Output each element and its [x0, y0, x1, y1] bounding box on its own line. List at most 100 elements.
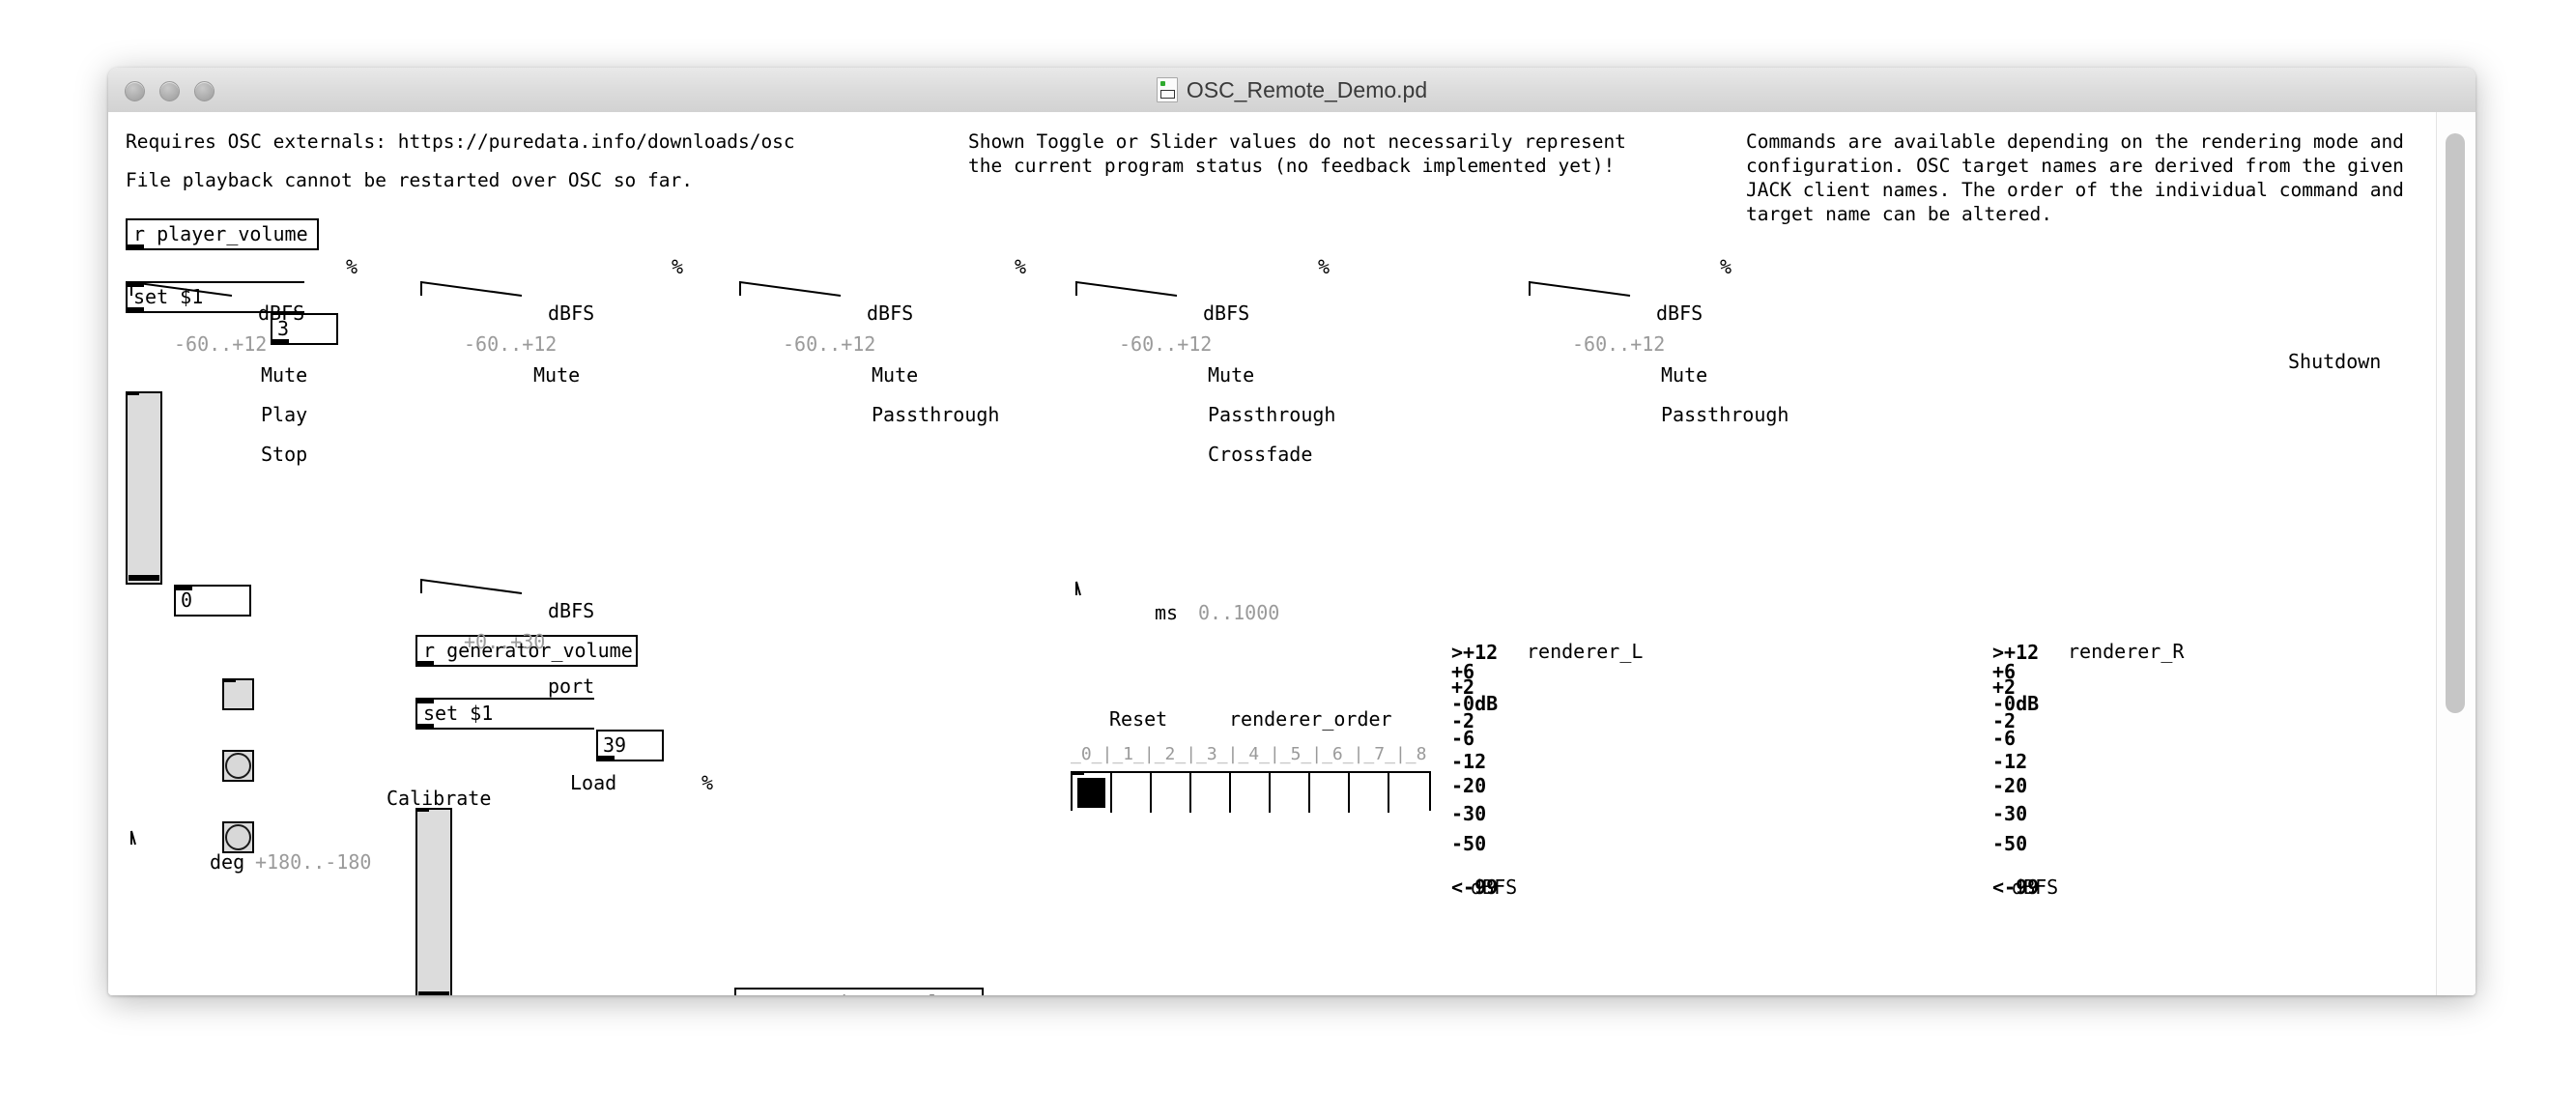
label-dbfs-player: dBFS — [258, 301, 304, 325]
patch-canvas[interactable]: Requires OSC externals: https://puredata… — [108, 112, 2476, 995]
object-r-prerenderer-volume[interactable]: r prerenderer_volume — [734, 988, 984, 995]
vumeter-scale-R: >+12+6+2-0dB-2-6-12-20-30-50<-99 — [1992, 640, 2079, 910]
window-titlebar[interactable]: OSC_Remote_Demo.pd — [108, 68, 2476, 113]
label-range-delay: 0..1000 — [1198, 601, 1279, 624]
radio-cell-5[interactable] — [1271, 773, 1310, 813]
inlet — [176, 585, 192, 590]
vumeter-tick-20: -20 — [1992, 776, 2027, 795]
numbox-player-db[interactable]: 0 — [174, 585, 251, 617]
scrollbar-thumb[interactable] — [2446, 133, 2465, 713]
vumeter-tick-50: -50 — [1451, 834, 1486, 853]
outlet — [128, 244, 144, 250]
label-dbfs-renderer: dBFS — [1203, 301, 1249, 325]
toggle-player-mute[interactable] — [222, 678, 254, 710]
label-ms: ms — [1155, 601, 1178, 624]
label-percent-generator: % — [672, 255, 683, 278]
object-r-player-volume[interactable]: r player_volume — [126, 218, 319, 250]
vumeter-tick-6: -6 — [1992, 729, 2016, 748]
label-dbfs-meter-L: dBFS — [1471, 875, 1517, 899]
inlet — [128, 281, 144, 287]
comment-commands-1: Commands are available depending on the … — [1746, 129, 2404, 154]
label-calibrate: Calibrate — [386, 787, 491, 810]
object-label: r player_volume — [133, 222, 308, 245]
puredata-file-icon — [1157, 77, 1178, 102]
outlet — [128, 307, 144, 313]
label-range-player: -60..+12 — [174, 332, 267, 356]
label-dbfs-hpeq: dBFS — [1656, 301, 1703, 325]
comment-toggle-values-2: the current program status (no feedback … — [968, 154, 1615, 178]
comment-osc-externals: Requires OSC externals: https://puredata… — [126, 129, 795, 154]
label-percent-player: % — [346, 255, 358, 278]
comment-file-playback: File playback cannot be restarted over O… — [126, 168, 693, 192]
labels-renderer-order-ticks: _0_|_1_|_2_|_3_|_4_|_5_|_6_|_7_|_8 — [1071, 744, 1426, 764]
message-label: set $1 — [133, 285, 203, 308]
label-renderer-crossfade: Crossfade — [1208, 443, 1312, 466]
label-range-g-volume-port: +0..+30 — [464, 630, 545, 653]
vumeter-tick-20: -20 — [1451, 776, 1486, 795]
object-label: r prerenderer_volume — [742, 991, 975, 995]
label-dbfs-meter-R: dBFS — [2012, 875, 2058, 899]
pd-patch-window: OSC_Remote_Demo.pd Requires OSC external… — [108, 68, 2476, 995]
window-title-group: OSC_Remote_Demo.pd — [108, 68, 2476, 112]
slider-knob[interactable] — [129, 575, 159, 581]
vertical-scrollbar[interactable] — [2436, 112, 2476, 995]
radio-cell-1[interactable] — [1112, 773, 1152, 813]
comment-commands-2: configuration. OSC target names are deri… — [1746, 154, 2404, 178]
label-dbfs-g-volume-port: dBFS — [548, 599, 594, 622]
window-title: OSC_Remote_Demo.pd — [1187, 77, 1427, 103]
vumeter-tick-12: -12 — [1992, 752, 2027, 771]
inlet — [224, 678, 236, 682]
slider-generator-volume[interactable] — [415, 808, 452, 995]
label-renderer-L: renderer_L — [1527, 640, 1643, 663]
label-player-mute: Mute — [261, 363, 307, 387]
radio-cell-4[interactable] — [1231, 773, 1271, 813]
label-renderer-order: renderer_order — [1229, 707, 1392, 731]
vumeter-tick-30: -30 — [1451, 804, 1486, 823]
radio-cell-8[interactable] — [1389, 773, 1429, 813]
label-range-generator: -60..+12 — [464, 332, 557, 356]
label-percent-hpeq: % — [1720, 255, 1732, 278]
label-generator-mute: Mute — [533, 363, 580, 387]
radio-renderer-order[interactable] — [1071, 771, 1431, 811]
label-renderer-passthrough: Passthrough — [1208, 403, 1335, 426]
numbox-generator-percent[interactable]: 39 — [596, 730, 664, 761]
label-percent-renderer: % — [1318, 255, 1330, 278]
radio-cell-6[interactable] — [1310, 773, 1350, 813]
label-range-renderer: -60..+12 — [1119, 332, 1212, 356]
slider-knob[interactable] — [418, 991, 449, 995]
radio-cell-3[interactable] — [1191, 773, 1231, 813]
radio-cell-0[interactable] — [1073, 773, 1112, 813]
message-set-generator[interactable]: set $1 — [415, 698, 594, 730]
radio-cell-7[interactable] — [1350, 773, 1389, 813]
outlet — [417, 661, 434, 667]
label-reset: Reset — [1109, 707, 1167, 731]
outlet — [272, 339, 289, 345]
inlet — [1073, 771, 1084, 775]
radio-cell-2[interactable] — [1152, 773, 1191, 813]
vumeter-tick-50: -50 — [1992, 834, 2027, 853]
inlet — [128, 391, 139, 395]
label-prerenderer-mute: Mute — [872, 363, 918, 387]
vumeter-tick-6: -6 — [1451, 729, 1474, 748]
label-hpeq-passthrough: Passthrough — [1661, 403, 1789, 426]
label-prerenderer-passthrough: Passthrough — [872, 403, 999, 426]
label-dbfs-generator: dBFS — [548, 301, 594, 325]
label-renderer-mute: Mute — [1208, 363, 1254, 387]
vumeter-tick-12: -12 — [1451, 752, 1486, 771]
label-shutdown: Shutdown — [2288, 350, 2381, 373]
label-range-prerenderer: -60..+12 — [783, 332, 875, 356]
label-load-percent: % — [701, 771, 713, 794]
label-range-azimuth: +180..-180 — [255, 850, 371, 874]
bang-player-play[interactable] — [222, 750, 254, 782]
numbox-value: 0 — [181, 588, 192, 612]
outlet — [417, 724, 434, 730]
label-port: port — [548, 674, 594, 698]
label-hpeq-mute: Mute — [1661, 363, 1707, 387]
bang-player-stop[interactable] — [222, 821, 254, 853]
vumeter-scale-L: >+12+6+2-0dB-2-6-12-20-30-50<-99 — [1451, 640, 1538, 910]
patch-cords — [108, 112, 2437, 995]
message-label: set $1 — [423, 702, 493, 725]
label-player-stop: Stop — [261, 443, 307, 466]
slider-player-volume[interactable] — [126, 391, 162, 585]
outlet — [598, 756, 615, 761]
